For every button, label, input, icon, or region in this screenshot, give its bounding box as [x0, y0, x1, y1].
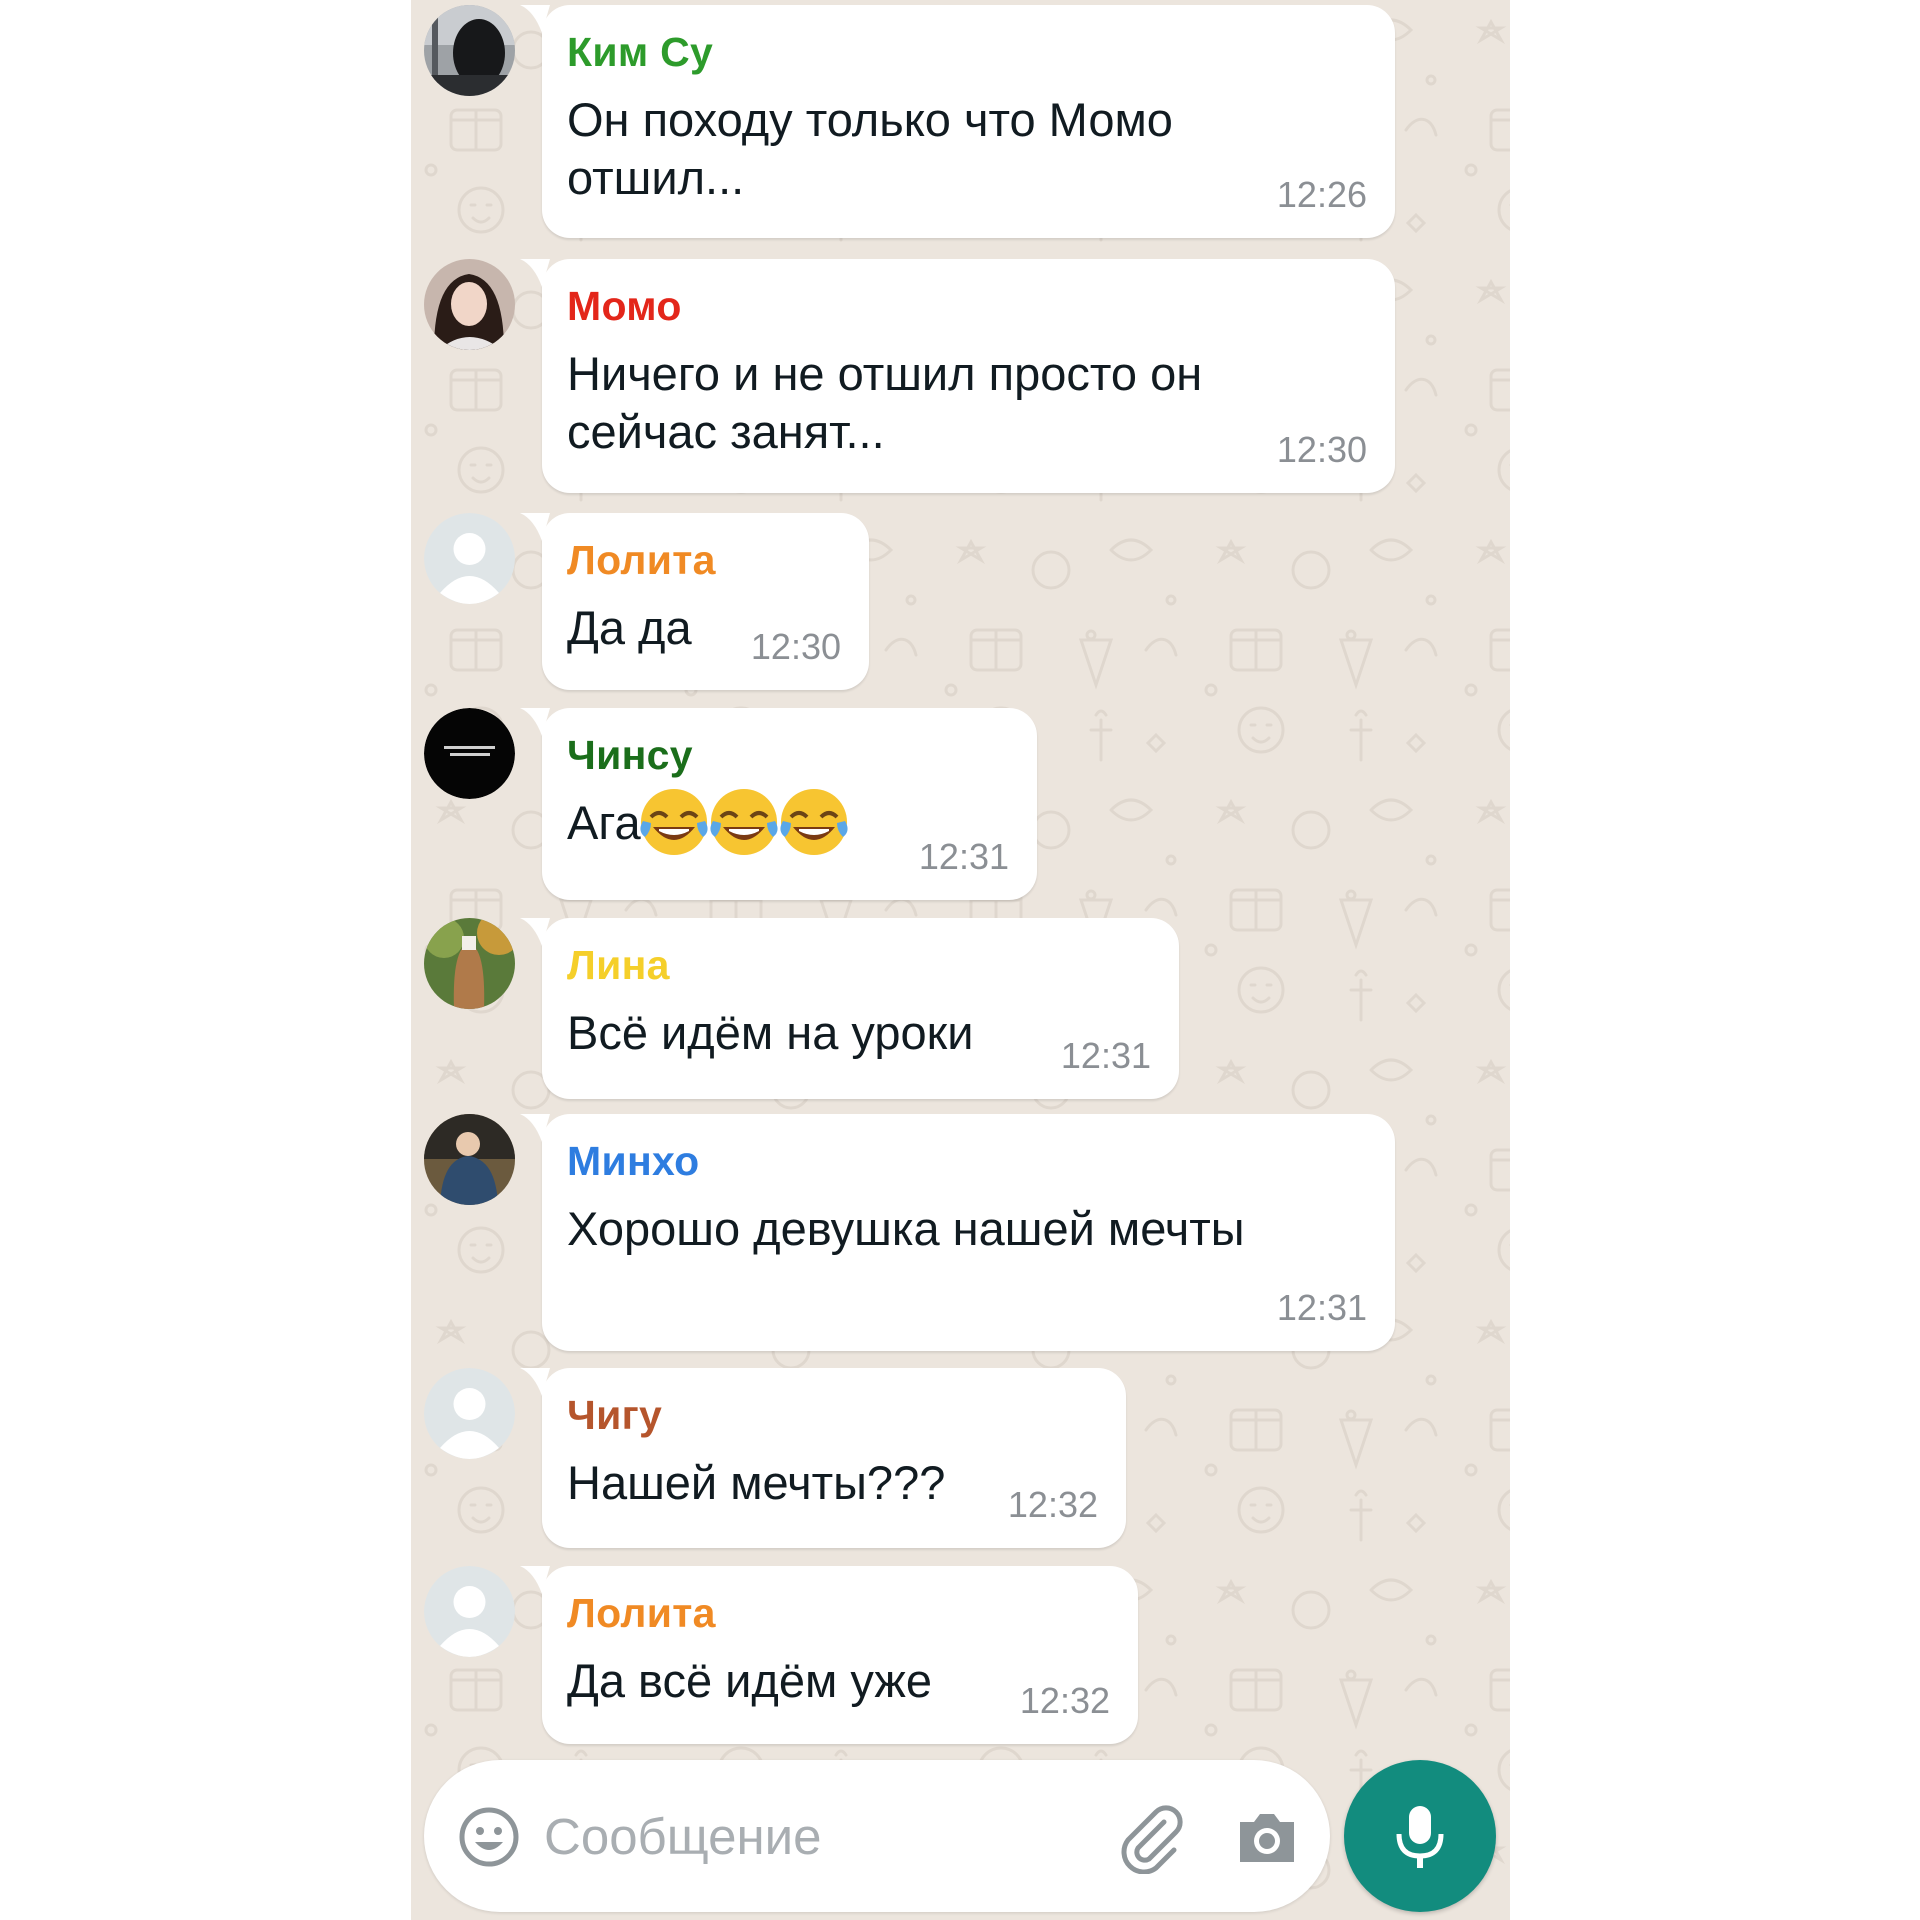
message-text: Ничего и не отшил просто он сейчас занят…: [567, 347, 1203, 458]
message-text: Хорошо девушка нашей мечты: [567, 1202, 1245, 1255]
message-bubble[interactable]: Момо Ничего и не отшил просто он сейчас …: [520, 259, 1395, 493]
avatar[interactable]: [424, 1368, 515, 1459]
avatar[interactable]: [424, 708, 515, 799]
message-bubble[interactable]: Лолита Да да 12:30: [520, 513, 869, 690]
sender-name: Ким Су: [567, 29, 714, 75]
message-time: 12:32: [1007, 1484, 1098, 1525]
message-input[interactable]: [544, 1790, 1064, 1882]
voice-record-button[interactable]: [1344, 1760, 1496, 1912]
sender-name: Минхо: [567, 1138, 700, 1184]
chat-screen: Ким Су Он походу только что Момо отшил..…: [411, 0, 1510, 1920]
microphone-icon: [1396, 1806, 1444, 1868]
sender-name: Чинсу: [567, 732, 693, 778]
joy-emoji-icon: [780, 788, 848, 855]
sender-name: Лина: [567, 942, 670, 988]
message-bubble[interactable]: Ким Су Он походу только что Момо отшил..…: [520, 5, 1395, 238]
joy-emoji-icon: [640, 788, 708, 855]
sender-name: Лолита: [567, 537, 716, 583]
message-bubble[interactable]: Лина Всё идём на уроки 12:31: [520, 918, 1179, 1099]
message-time: 12:32: [1019, 1680, 1110, 1721]
sender-name: Момо: [567, 283, 682, 329]
paperclip-icon[interactable]: [1114, 1802, 1186, 1874]
sender-name: Чигу: [567, 1392, 663, 1438]
message-composer: [424, 1760, 1330, 1912]
message-time: 12:30: [750, 626, 841, 667]
message-text: Он походу только что Момо отшил...: [567, 93, 1173, 204]
message-bubble[interactable]: Лолита Да всё идём уже 12:32: [520, 1566, 1138, 1744]
message-time: 12:31: [1276, 1287, 1367, 1328]
avatar[interactable]: [424, 918, 515, 1009]
message-bubble[interactable]: Чигу Нашей мечты??? 12:32: [520, 1368, 1126, 1548]
avatar[interactable]: [424, 259, 515, 350]
message-time: 12:31: [1060, 1035, 1151, 1076]
joy-emoji-icon: [710, 788, 778, 855]
camera-icon[interactable]: [1234, 1804, 1300, 1870]
message-text-label: Ага: [567, 796, 641, 849]
avatar[interactable]: [424, 513, 515, 604]
message-time: 12:31: [918, 836, 1009, 877]
smiley-icon[interactable]: [458, 1806, 520, 1868]
message-bubble[interactable]: Чинсу Ага 12:31: [520, 708, 1037, 900]
sender-name: Лолита: [567, 1590, 716, 1636]
avatar[interactable]: [424, 1566, 515, 1657]
avatar[interactable]: [424, 5, 515, 96]
message-time: 12:30: [1276, 429, 1367, 470]
message-bubble[interactable]: Минхо Хорошо девушка нашей мечты 12:31: [520, 1114, 1395, 1351]
avatar[interactable]: [424, 1114, 515, 1205]
message-time: 12:26: [1276, 174, 1367, 215]
